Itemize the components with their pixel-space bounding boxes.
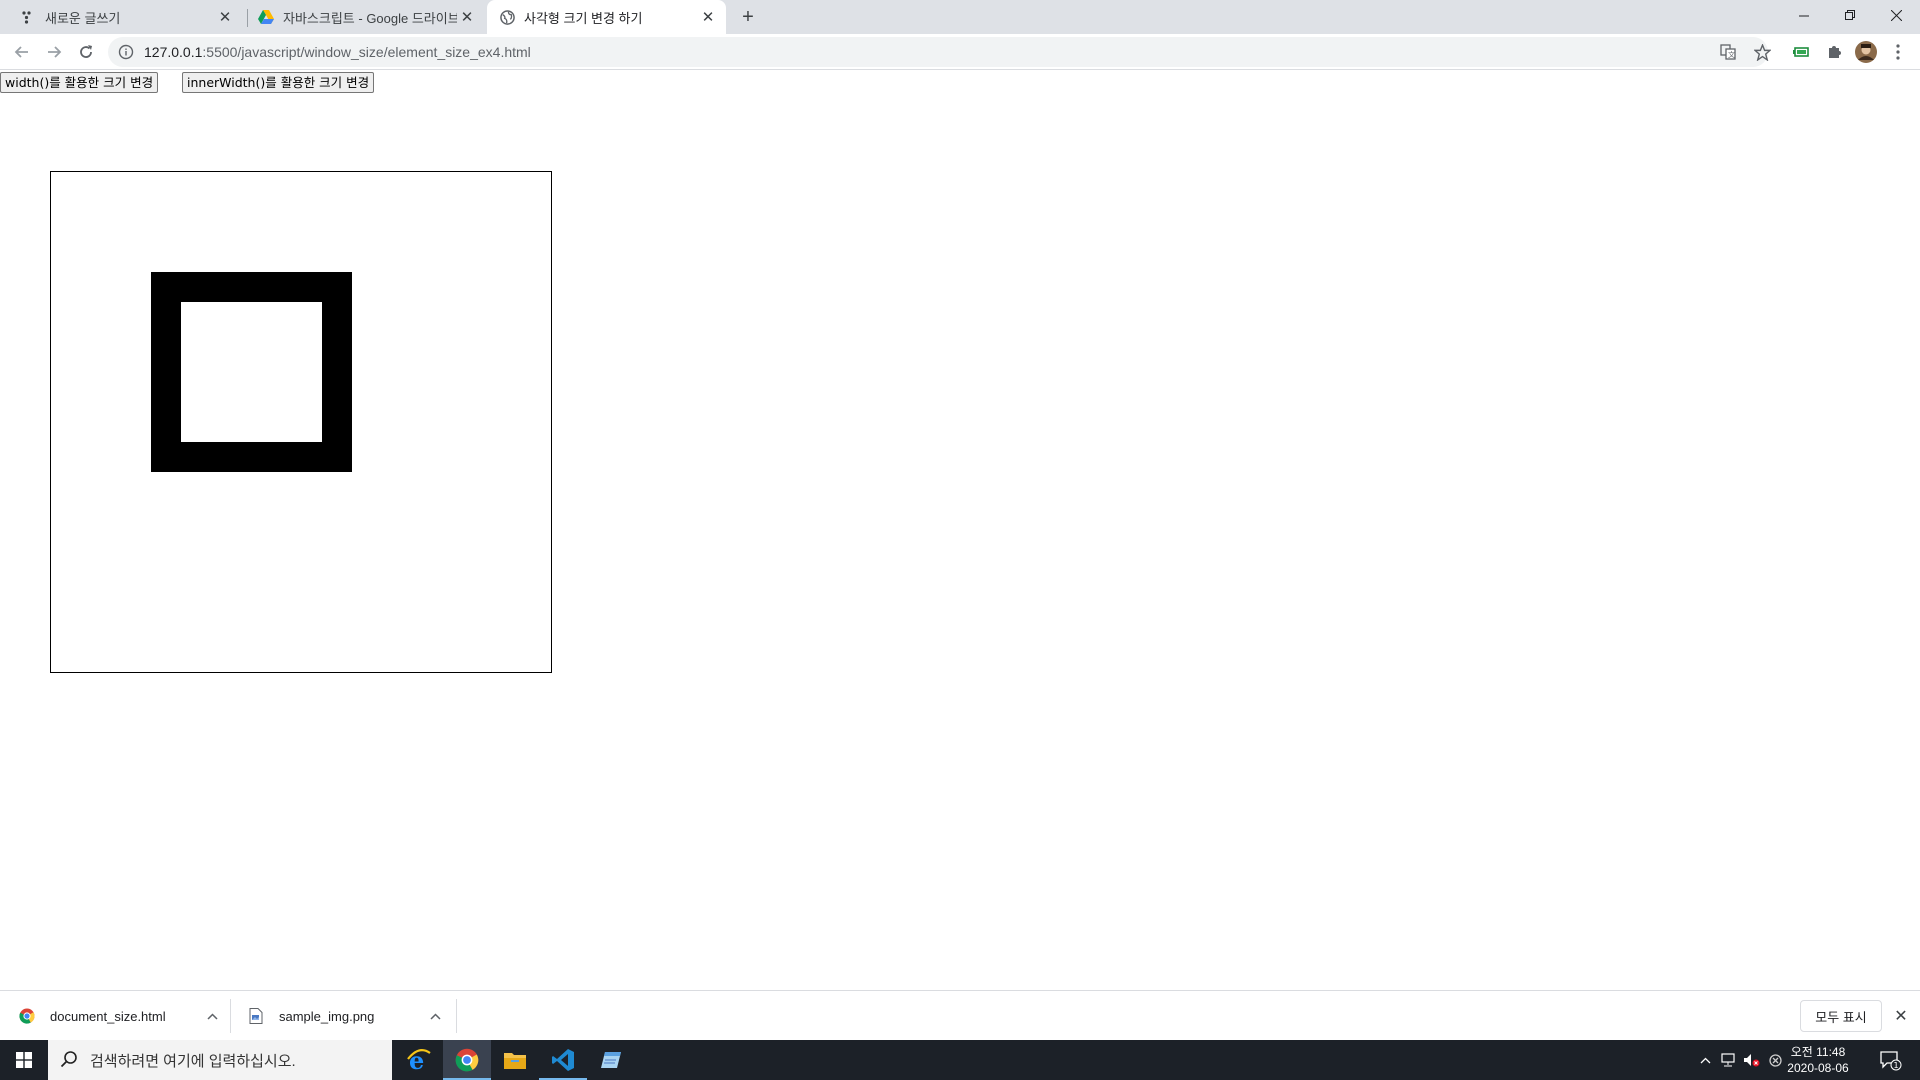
- tab-title: 자바스크립트 - Google 드라이브: [283, 10, 457, 26]
- download-item-document-size[interactable]: document_size.html: [18, 991, 220, 1041]
- tab-close-icon[interactable]: ✕: [457, 7, 477, 27]
- image-file-icon: [247, 1007, 265, 1025]
- search-icon: [60, 1050, 80, 1070]
- url-text: 127.0.0.1:5500/javascript/window_size/el…: [144, 44, 531, 60]
- tab-close-icon[interactable]: ✕: [215, 7, 235, 27]
- file-explorer-icon[interactable]: [491, 1040, 539, 1080]
- chevron-up-icon[interactable]: [427, 1009, 443, 1023]
- clock-date: 2020-08-06: [1787, 1061, 1849, 1075]
- blocked-status-icon[interactable]: [1764, 1040, 1786, 1080]
- chrome-taskbar-icon[interactable]: [443, 1040, 491, 1080]
- internet-explorer-icon[interactable]: e: [395, 1040, 443, 1080]
- volume-muted-icon[interactable]: [1740, 1040, 1764, 1080]
- chrome-file-icon: [18, 1007, 36, 1025]
- chevron-up-icon[interactable]: [204, 1009, 220, 1023]
- download-separator: [456, 999, 457, 1033]
- tab-close-icon[interactable]: ✕: [698, 7, 718, 27]
- search-placeholder: 검색하려면 여기에 입력하십시오.: [90, 1052, 296, 1070]
- outer-container-box: [50, 171, 552, 673]
- svg-text:文: 文: [1728, 50, 1735, 59]
- notification-count: 1: [1893, 1061, 1898, 1070]
- chrome-menu-icon[interactable]: [1886, 40, 1910, 64]
- notepad-app-icon[interactable]: [587, 1040, 635, 1080]
- download-shelf: document_size.html sample_img.png 모두 표시 …: [0, 990, 1920, 1040]
- google-drive-icon: [258, 9, 274, 25]
- battery-extension-icon[interactable]: [1790, 40, 1814, 64]
- windows-taskbar: 검색하려면 여기에 입력하십시오. e 오전 11:48 2020-08-06 …: [0, 1040, 1920, 1080]
- new-tab-icon[interactable]: +: [736, 5, 760, 29]
- taskbar-clock[interactable]: 오전 11:48 2020-08-06: [1786, 1044, 1850, 1076]
- windows-start-icon[interactable]: [0, 1040, 48, 1080]
- download-item-sample-img[interactable]: sample_img.png: [247, 991, 443, 1041]
- vscode-icon[interactable]: [539, 1040, 587, 1080]
- tab-rectangle-resize[interactable]: 사각형 크기 변경 하기 ✕: [487, 0, 726, 34]
- profile-avatar[interactable]: [1854, 40, 1878, 64]
- show-all-downloads-button[interactable]: 모두 표시: [1800, 1000, 1882, 1032]
- close-shelf-icon[interactable]: ✕: [1890, 1005, 1912, 1027]
- reload-icon[interactable]: [72, 38, 100, 66]
- inner-rectangle: [151, 272, 352, 472]
- network-icon[interactable]: [1716, 1040, 1740, 1080]
- tab-title: 새로운 글쓰기: [45, 10, 121, 26]
- taskbar-search-box[interactable]: 검색하려면 여기에 입력하십시오.: [48, 1040, 392, 1080]
- tab-new-post[interactable]: 새로운 글쓰기 ✕: [0, 0, 243, 34]
- width-resize-button[interactable]: width()를 활용한 크기 변경: [0, 72, 159, 93]
- back-icon[interactable]: [8, 38, 36, 66]
- clock-time: 오전 11:48: [1790, 1045, 1846, 1059]
- url-path: :5500/javascript/window_size/element_siz…: [202, 44, 531, 60]
- forward-icon[interactable]: [40, 38, 68, 66]
- restore-icon[interactable]: [1827, 0, 1873, 30]
- translate-icon[interactable]: 文: [1716, 40, 1740, 64]
- url-host: 127.0.0.1: [144, 44, 203, 60]
- tab-title: 사각형 크기 변경 하기: [524, 10, 643, 26]
- editor-favicon-icon: [20, 9, 36, 25]
- tab-strip: 새로운 글쓰기 ✕ 자바스크립트 - Google 드라이브 ✕ 사각형 크기 …: [0, 0, 1920, 34]
- address-bar[interactable]: 127.0.0.1:5500/javascript/window_size/el…: [108, 37, 1768, 67]
- tray-chevron-up-icon[interactable]: [1694, 1040, 1716, 1080]
- download-separator: [230, 999, 231, 1033]
- download-filename: sample_img.png: [279, 1008, 375, 1024]
- extensions-puzzle-icon[interactable]: [1822, 40, 1846, 64]
- notification-center-icon[interactable]: 1: [1878, 1048, 1902, 1072]
- browser-toolbar: 127.0.0.1:5500/javascript/window_size/el…: [0, 34, 1920, 70]
- close-window-icon[interactable]: [1873, 0, 1919, 30]
- tab-google-drive[interactable]: 자바스크립트 - Google 드라이브 ✕: [248, 0, 485, 34]
- site-info-icon[interactable]: [118, 44, 134, 60]
- download-filename: document_size.html: [50, 1008, 166, 1024]
- globe-icon: [499, 9, 515, 25]
- inner-width-resize-button[interactable]: innerWidth()를 활용한 크기 변경: [182, 72, 375, 93]
- minimize-icon[interactable]: [1781, 0, 1827, 30]
- bookmark-star-icon[interactable]: [1750, 40, 1774, 64]
